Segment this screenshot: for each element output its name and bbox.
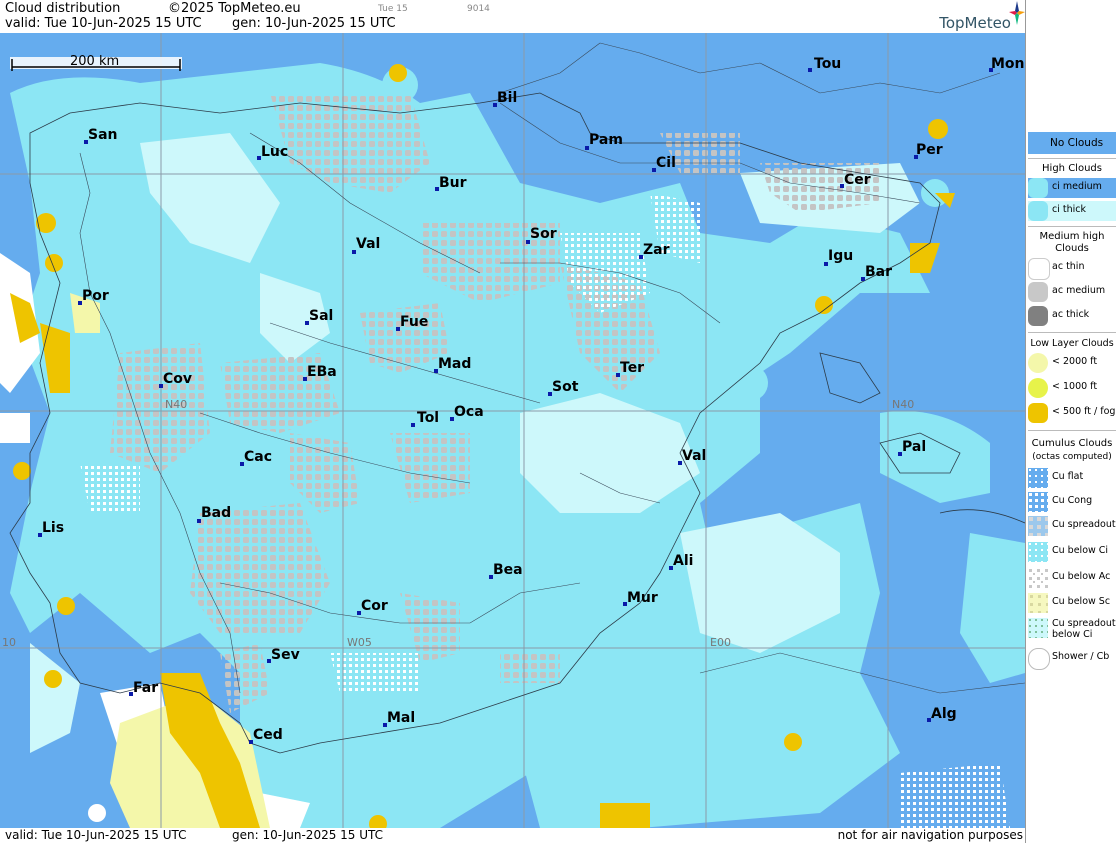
city-label: EBa <box>307 364 337 380</box>
city-label: Val <box>356 236 380 252</box>
footer-valid: valid: Tue 10-Jun-2025 15 UTC <box>5 828 187 842</box>
city-label: Ali <box>673 553 693 569</box>
city-label: Lis <box>42 520 64 536</box>
city-label: Fue <box>400 314 428 330</box>
city-label: Mon <box>991 56 1025 72</box>
legend-medium-title: Medium high Clouds <box>1039 231 1105 254</box>
legend-high-title: High Clouds <box>1042 163 1102 174</box>
city-label: Cil <box>656 155 676 171</box>
generated-time: gen: 10-Jun-2025 15 UTC <box>232 16 396 31</box>
product-code: 9014 <box>467 4 490 14</box>
compass-logo-icon <box>1009 1 1025 25</box>
city-label: Oca <box>454 404 484 420</box>
scale-label: 200 km <box>70 54 119 69</box>
city-label: Mur <box>627 590 658 606</box>
grid-label: W05 <box>347 636 372 649</box>
city-label: Sot <box>552 379 579 395</box>
city-label: Igu <box>828 248 853 264</box>
city-label: Cor <box>361 598 388 614</box>
city-label: Mal <box>387 710 415 726</box>
city-label: Cer <box>844 172 871 188</box>
legend-cu-title: Cumulus Clouds <box>1031 438 1113 449</box>
city-marker-tou <box>808 68 812 72</box>
grid-label: E00 <box>710 636 731 649</box>
legend-low-title: Low Layer Clouds <box>1030 338 1114 349</box>
city-label: Bar <box>865 264 892 280</box>
grid-label: 10 <box>2 636 16 649</box>
cloud-map[interactable]: N40 N40 W05 E00 10 200 km Tou Mon Bil Sa… <box>0 33 1025 828</box>
city-label: Tol <box>417 410 439 426</box>
product-title: Cloud distribution <box>5 1 121 16</box>
city-label: Por <box>82 288 109 304</box>
time-tab[interactable]: Tue 15 <box>378 4 408 14</box>
city-label: Alg <box>931 706 957 722</box>
city-label: Bea <box>493 562 523 578</box>
valid-time: valid: Tue 10-Jun-2025 15 UTC <box>5 16 202 31</box>
map-header: Cloud distribution ©2025 TopMeteo.eu Tue… <box>0 0 1025 33</box>
city-marker-tol <box>411 423 415 427</box>
city-label: Bur <box>439 175 467 191</box>
map-footer: valid: Tue 10-Jun-2025 15 UTC gen: 10-Ju… <box>0 828 1025 843</box>
legend-panel: No Clouds High Clouds ci medium ci thick… <box>1025 0 1117 843</box>
city-label: Ced <box>253 727 283 743</box>
city-label: San <box>88 127 118 143</box>
footer-generated: gen: 10-Jun-2025 15 UTC <box>232 828 384 842</box>
city-label: Cov <box>163 371 192 387</box>
city-label: Zar <box>643 242 670 258</box>
city-label: Per <box>916 142 943 158</box>
city-label: Tou <box>814 56 841 72</box>
city-label: Luc <box>261 144 288 160</box>
city-label: Ter <box>620 360 644 376</box>
city-label: Bil <box>497 90 517 106</box>
copyright: ©2025 TopMeteo.eu <box>168 1 301 16</box>
footer-disclaimer: not for air navigation purposes <box>837 828 1023 842</box>
grid-label: N40 <box>892 398 914 411</box>
city-label: Pam <box>589 132 623 148</box>
topmeteo-logo: TopMeteo <box>939 14 1011 32</box>
city-label: Mad <box>438 356 471 372</box>
city-label: Cac <box>244 449 272 465</box>
legend-cu-subtitle: (octas computed) <box>1032 452 1112 462</box>
city-label: Bad <box>201 505 231 521</box>
city-label: Sor <box>530 226 557 242</box>
city-label: Far <box>133 680 158 696</box>
city-label: Pal <box>902 439 926 455</box>
city-label: Sal <box>309 308 333 324</box>
city-label: Sev <box>271 647 300 663</box>
city-label: Val <box>682 448 706 464</box>
grid-label: N40 <box>165 398 187 411</box>
